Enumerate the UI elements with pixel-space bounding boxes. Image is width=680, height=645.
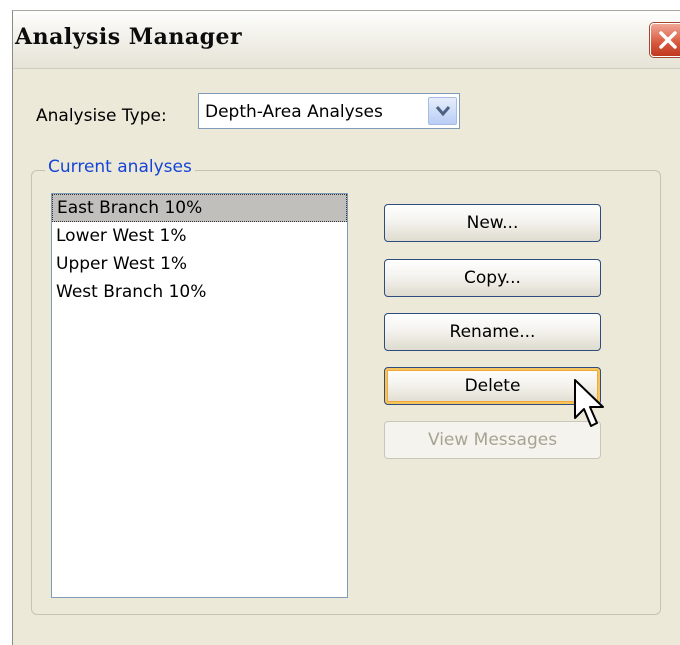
analyses-list[interactable]: East Branch 10% Lower West 1% Upper West… xyxy=(51,193,348,598)
close-icon xyxy=(659,31,677,49)
close-button[interactable] xyxy=(650,23,680,57)
title-bar[interactable]: Analysis Manager xyxy=(13,11,680,69)
analysis-type-dropdown[interactable]: Depth-Area Analyses xyxy=(198,93,460,129)
list-item[interactable]: Upper West 1% xyxy=(52,250,347,278)
analysis-type-value: Depth-Area Analyses xyxy=(205,102,383,122)
copy-button[interactable]: Copy... xyxy=(384,259,601,297)
current-analyses-label: Current analyses xyxy=(45,157,195,177)
chevron-down-icon xyxy=(435,106,451,117)
rename-button[interactable]: Rename... xyxy=(384,313,601,351)
list-item[interactable]: Lower West 1% xyxy=(52,222,347,250)
view-messages-button[interactable]: View Messages xyxy=(384,421,601,459)
mouse-cursor-icon xyxy=(574,379,604,427)
delete-button[interactable]: Delete xyxy=(384,367,601,405)
dropdown-arrow-button[interactable] xyxy=(428,97,457,125)
new-button[interactable]: New... xyxy=(384,204,601,242)
list-item[interactable]: West Branch 10% xyxy=(52,278,347,306)
analysis-type-label: Analysise Type: xyxy=(36,106,167,126)
window-title: Analysis Manager xyxy=(15,24,243,50)
list-item[interactable]: East Branch 10% xyxy=(52,194,347,222)
